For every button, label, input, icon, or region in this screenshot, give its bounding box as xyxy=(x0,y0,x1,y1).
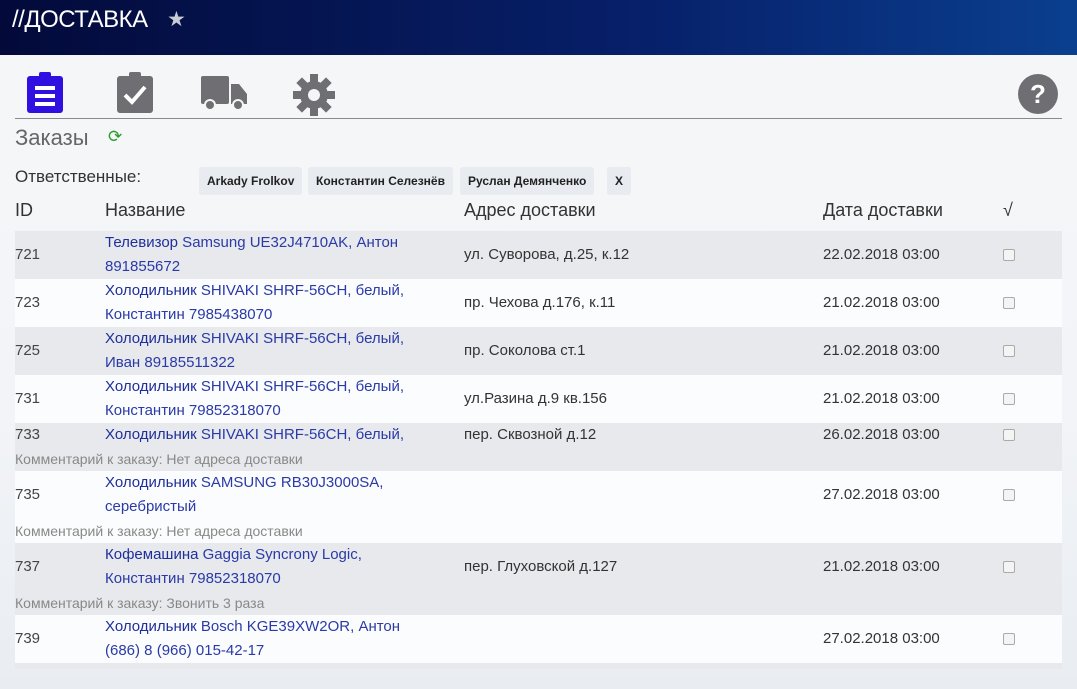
order-name-line2: Константин 79852318070 xyxy=(105,402,281,419)
svg-text:?: ? xyxy=(1030,79,1046,109)
order-name-link[interactable]: Холодильник Bosch KGE39XW2OR, Антон (686)… xyxy=(105,615,455,663)
order-comment: Комментарий к заказу: Нет адреса доставк… xyxy=(15,451,303,467)
order-address: пр. Чехова д.176, к.11 xyxy=(464,294,616,311)
order-comment: Комментарий к заказу: Нет адреса доставк… xyxy=(15,523,303,539)
order-category: Телевизор xyxy=(105,234,179,251)
table-row[interactable]: 721 Телевизор Samsung UE32J4710AK, Антон 8… xyxy=(15,231,1062,279)
section-title: Заказы xyxy=(15,125,89,150)
column-header-address: Адрес доставки xyxy=(464,200,596,220)
clear-responsible-button[interactable]: X xyxy=(607,167,632,195)
order-category: Холодильник xyxy=(105,474,197,491)
order-name-line1: SHIVAKI SHRF-56CH, белый, xyxy=(196,330,404,347)
order-name-link[interactable]: Холодильник SHIVAKI SHRF-56CH, белый, Ива… xyxy=(105,327,455,375)
order-id: 735 xyxy=(15,486,41,503)
order-name-line1: SHIVAKI SHRF-56CH, белый, xyxy=(196,282,404,299)
order-name-line1: SAMSUNG RB30J3000SA, xyxy=(196,474,384,491)
column-header-name: Название xyxy=(105,200,186,220)
order-category: Холодильник xyxy=(105,378,197,395)
delivery-truck-icon[interactable] xyxy=(201,76,247,112)
order-date: 21.02.2018 03:00 xyxy=(823,558,940,575)
column-header-date: Дата доставки xyxy=(823,200,943,220)
order-comment: Комментарий к заказу: Звонить 3 раза xyxy=(15,595,265,611)
order-done-checkbox[interactable] xyxy=(1003,561,1015,573)
order-id: 725 xyxy=(15,342,41,359)
order-done-checkbox[interactable] xyxy=(1003,429,1015,441)
order-address: пр. Соколова ст.1 xyxy=(464,342,586,359)
table-row[interactable]: 731 Холодильник SHIVAKI SHRF-56CH, белый,… xyxy=(15,375,1062,423)
order-id: 733 xyxy=(15,426,41,443)
order-category: Холодильник xyxy=(105,618,197,635)
table-row[interactable]: 735 Холодильник SAMSUNG RB30J3000SA, сереб… xyxy=(15,471,1062,543)
column-header-check: √ xyxy=(1003,200,1013,220)
order-name-line2: серебристый xyxy=(105,498,197,515)
table-row[interactable]: 739 Холодильник Bosch KGE39XW2OR, Антон (6… xyxy=(15,615,1062,663)
order-date: 27.02.2018 03:00 xyxy=(823,486,940,503)
order-address: ул.Разина д.9 кв.156 xyxy=(464,390,607,407)
order-done-checkbox[interactable] xyxy=(1003,633,1015,645)
table-row[interactable]: 733 Холодильник SHIVAKI SHRF-56CH, белый,… xyxy=(15,423,1062,471)
help-icon[interactable]: ? xyxy=(1018,74,1058,114)
order-done-checkbox[interactable] xyxy=(1003,345,1015,357)
table-row[interactable]: 737 Кофемашина Gaggia Syncrony Logic, Конс… xyxy=(15,543,1062,615)
responsible-chip[interactable]: Arkady Frolkov xyxy=(199,167,303,195)
order-category: Холодильник xyxy=(105,282,197,299)
refresh-icon[interactable]: ⟳ xyxy=(108,127,122,147)
order-address: пер. Глуховской д.127 xyxy=(464,558,618,575)
app-header: //ДОСТАВКА ★ xyxy=(0,0,1077,55)
order-name-line2: (686) 8 (966) 015-42-17 xyxy=(105,642,265,659)
order-category: Холодильник xyxy=(105,330,197,347)
order-name-link[interactable]: Кофемашина Gaggia Syncrony Logic, Констан… xyxy=(105,543,455,591)
order-address: пер. Сквозной д.12 xyxy=(464,426,597,443)
order-done-checkbox[interactable] xyxy=(1003,489,1015,501)
order-name-link[interactable]: Холодильник SHIVAKI SHRF-56CH, белый, xyxy=(105,423,455,447)
order-date: 21.02.2018 03:00 xyxy=(823,294,940,311)
completed-clipboard-icon[interactable] xyxy=(116,72,154,114)
divider xyxy=(15,118,1062,119)
order-name-line1: SHIVAKI SHRF-56CH, белый, xyxy=(196,378,404,395)
order-id: 737 xyxy=(15,558,41,575)
order-category: Холодильник xyxy=(105,426,197,443)
table-row[interactable]: 725 Холодильник SHIVAKI SHRF-56CH, белый,… xyxy=(15,327,1062,375)
order-name-link[interactable]: Холодильник SAMSUNG RB30J3000SA, серебрис… xyxy=(105,471,455,519)
column-header-id: ID xyxy=(15,200,33,220)
order-date: 27.02.2018 03:00 xyxy=(823,630,940,647)
order-name-line2: Иван 89185511322 xyxy=(105,354,236,371)
order-name-link[interactable]: Холодильник SHIVAKI SHRF-56CH, белый, Кон… xyxy=(105,375,455,423)
settings-gear-icon[interactable] xyxy=(293,74,335,116)
table-row xyxy=(15,663,1062,669)
star-icon[interactable]: ★ xyxy=(167,7,186,32)
order-date: 21.02.2018 03:00 xyxy=(823,390,940,407)
order-name-line1: Samsung UE32J4710AK, Антон xyxy=(178,234,399,251)
responsible-chip[interactable]: Константин Селезнёв xyxy=(308,167,453,195)
order-done-checkbox[interactable] xyxy=(1003,393,1015,405)
order-id: 723 xyxy=(15,294,41,311)
order-id: 721 xyxy=(15,246,41,263)
app-title: //ДОСТАВКА xyxy=(12,6,148,33)
order-name-line2: Константин 7985438070 xyxy=(105,306,273,323)
order-date: 22.02.2018 03:00 xyxy=(823,246,940,263)
order-name-line2: 891855672 xyxy=(105,258,181,275)
order-category: Кофемашина xyxy=(105,546,199,563)
order-id: 731 xyxy=(15,390,41,407)
order-date: 21.02.2018 03:00 xyxy=(823,342,940,359)
order-name-line2: Константин 79852318070 xyxy=(105,570,281,587)
responsible-label: Ответственные: xyxy=(15,167,142,186)
toolbar: ? xyxy=(0,72,1077,116)
order-address: ул. Суворова, д.25, к.12 xyxy=(464,246,630,263)
order-name-line1: Gaggia Syncrony Logic, xyxy=(198,546,362,563)
order-date: 26.02.2018 03:00 xyxy=(823,426,940,443)
order-name-line1: SHIVAKI SHRF-56CH, белый, xyxy=(196,426,404,443)
order-name-line1: Bosch KGE39XW2OR, Антон xyxy=(196,618,401,635)
order-done-checkbox[interactable] xyxy=(1003,297,1015,309)
order-done-checkbox[interactable] xyxy=(1003,249,1015,261)
table-row[interactable]: 723 Холодильник SHIVAKI SHRF-56CH, белый,… xyxy=(15,279,1062,327)
order-name-link[interactable]: Холодильник SHIVAKI SHRF-56CH, белый, Кон… xyxy=(105,279,455,327)
orders-clipboard-icon[interactable] xyxy=(26,72,64,114)
order-name-link[interactable]: Телевизор Samsung UE32J4710AK, Антон 8918… xyxy=(105,231,455,279)
responsible-chip[interactable]: Руслан Демянченко xyxy=(460,167,595,195)
order-id: 739 xyxy=(15,630,41,647)
